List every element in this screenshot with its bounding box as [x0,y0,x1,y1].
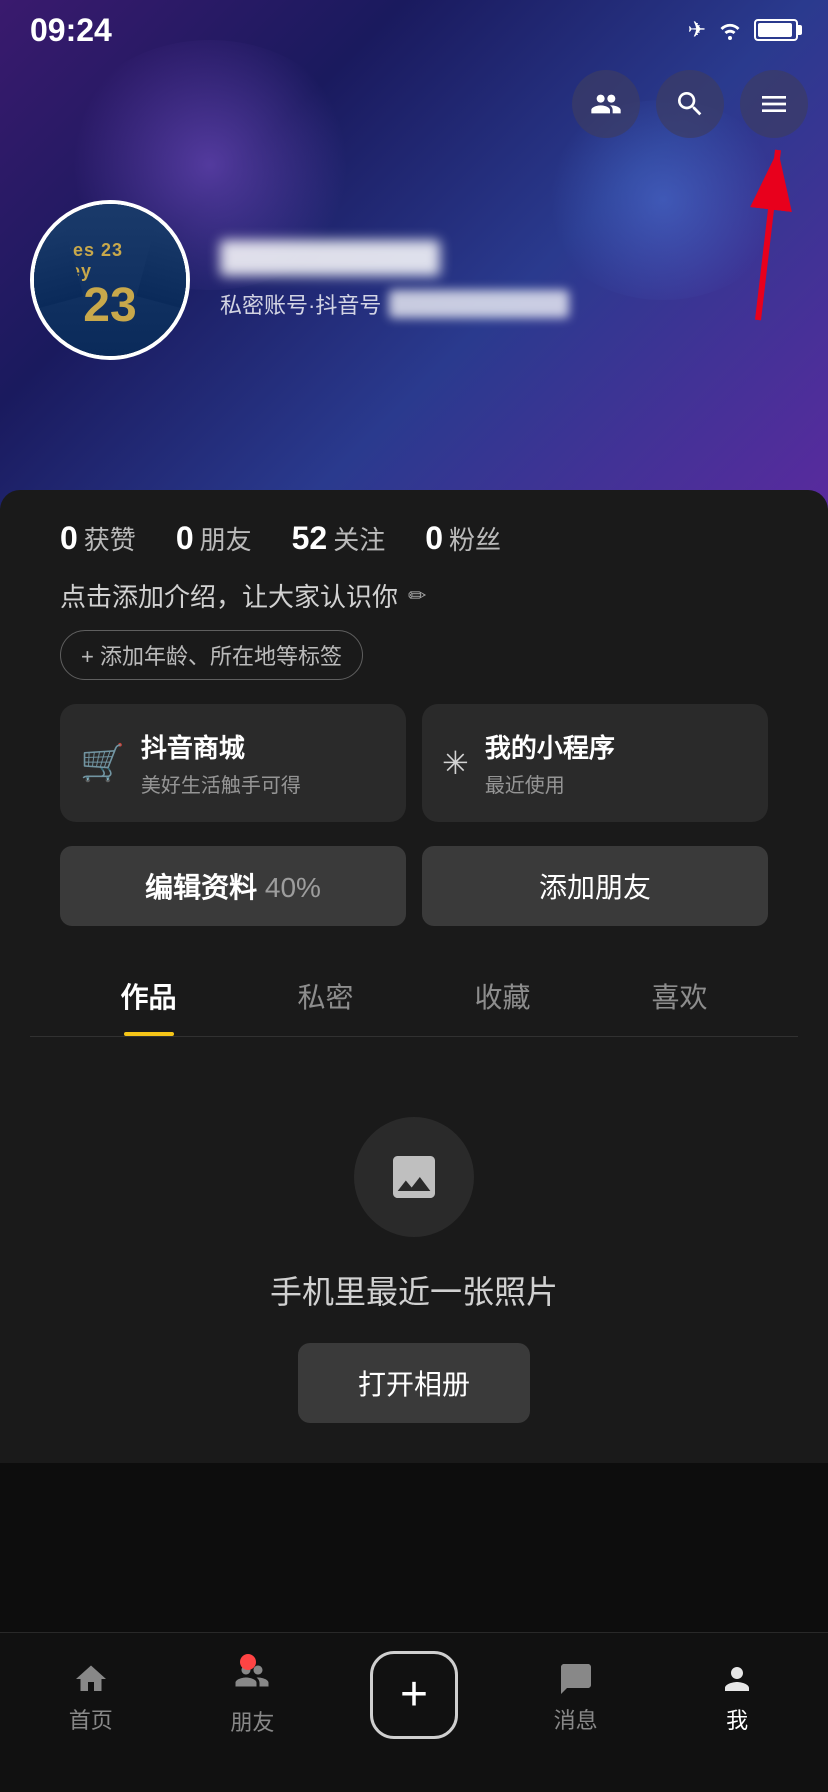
tab-collections[interactable]: 收藏 [414,956,591,1036]
cart-icon: 🛒 [80,742,125,784]
profile-sub: 私密账号·抖音号 [220,288,798,320]
avatar-image: James 23 jersey 23 [34,204,186,356]
stat-followers-number: 0 [425,520,443,557]
profile-sub-text: 私密账号·抖音号 [220,288,381,320]
stat-friends-label: 朋友 [200,520,252,557]
nav-friends-label: 朋友 [230,1705,274,1737]
battery-icon [754,19,798,41]
service-title-mall: 抖音商城 [141,728,301,765]
tab-private-label: 私密 [297,982,353,1013]
stats-row: 0 获赞 0 朋友 52 关注 0 粉丝 [30,520,798,557]
profile-id-blurred [389,290,569,318]
status-bar: 09:24 ✈ [0,0,828,60]
search-icon [674,88,706,120]
stat-likes-label: 获赞 [84,520,136,557]
menu-icon [758,88,790,120]
service-subtitle-mall: 美好生活触手可得 [141,769,301,798]
service-subtitle-miniapp: 最近使用 [485,769,615,798]
friends-icon [590,88,622,120]
edit-profile-button[interactable]: 编辑资料 40% [60,846,406,926]
bio-placeholder[interactable]: 点击添加介绍，让大家认识你 ✏ [60,577,768,614]
empty-state: 手机里最近一张照片 打开相册 [30,1037,798,1463]
menu-button[interactable] [740,70,808,138]
tab-works-label: 作品 [120,982,176,1013]
stat-following[interactable]: 52 关注 [292,520,386,557]
profile-name-blurred [220,240,440,276]
bottom-nav: 首页 朋友 + 消息 我 [0,1632,828,1792]
nav-me-label: 我 [726,1703,748,1735]
tab-private[interactable]: 私密 [237,956,414,1036]
edit-profile-percent: 40% [257,872,321,903]
add-friend-button[interactable]: 添加朋友 [422,846,768,926]
action-buttons: 编辑资料 40% 添加朋友 [30,846,798,926]
stat-likes[interactable]: 0 获赞 [60,520,136,557]
stat-following-label: 关注 [333,520,385,557]
friends-button[interactable] [572,70,640,138]
plus-icon: + [400,1671,428,1719]
service-title-miniapp: 我的小程序 [485,728,615,765]
nav-messages[interactable]: 消息 [526,1661,626,1735]
status-time: 09:24 [30,12,112,49]
nav-add[interactable]: + [364,1651,464,1745]
stat-followers[interactable]: 0 粉丝 [425,520,501,557]
add-button[interactable]: + [370,1651,458,1739]
bio-section: 点击添加介绍，让大家认识你 ✏ + 添加年龄、所在地等标签 [30,577,798,704]
stats-section: 0 获赞 0 朋友 52 关注 0 粉丝 点击添加介绍，让大家认识你 ✏ + 添… [0,490,828,1463]
empty-icon-circle [354,1117,474,1237]
jersey-number: 23 [83,282,136,330]
profile-info: 私密账号·抖音号 [220,240,798,320]
open-album-button[interactable]: 打开相册 [298,1343,530,1423]
message-icon [558,1661,594,1697]
nav-me[interactable]: 我 [687,1661,787,1735]
stat-friends[interactable]: 0 朋友 [176,520,252,557]
service-cards: 🛒 抖音商城 美好生活触手可得 ✳ 我的小程序 最近使用 [30,704,798,822]
service-info-mall: 抖音商城 美好生活触手可得 [141,728,301,798]
airplane-icon: ✈ [688,17,706,43]
nav-messages-label: 消息 [554,1703,598,1735]
nav-home-label: 首页 [69,1703,113,1735]
nav-friends[interactable]: 朋友 [202,1658,302,1737]
stat-likes-number: 0 [60,520,78,557]
open-album-label: 打开相册 [358,1369,470,1400]
stat-following-number: 52 [292,520,328,557]
tab-likes[interactable]: 喜欢 [591,956,768,1036]
status-icons: ✈ [688,17,798,43]
edit-profile-label: 编辑资料 [145,872,257,903]
top-actions [572,70,808,138]
avatar[interactable]: James 23 jersey 23 [30,200,190,360]
tags-button[interactable]: + 添加年龄、所在地等标签 [60,630,363,680]
tab-works[interactable]: 作品 [60,956,237,1036]
stat-followers-label: 粉丝 [449,520,501,557]
tab-likes-label: 喜欢 [651,982,707,1013]
empty-title: 手机里最近一张照片 [270,1267,558,1313]
add-friend-label: 添加朋友 [539,872,651,903]
profile-section: James 23 jersey 23 私密账号·抖音号 [0,200,828,360]
nav-home[interactable]: 首页 [41,1661,141,1735]
home-icon [73,1661,109,1697]
asterisk-icon: ✳ [442,744,469,782]
wifi-icon [716,20,744,40]
service-card-mall[interactable]: 🛒 抖音商城 美好生活触手可得 [60,704,406,822]
jersey-image: James 23 jersey 23 [34,204,186,356]
photo-icon [386,1149,442,1205]
edit-icon: ✏ [408,583,426,609]
tabs-container: 作品 私密 收藏 喜欢 [30,956,798,1037]
search-button[interactable] [656,70,724,138]
stat-friends-number: 0 [176,520,194,557]
service-info-miniapp: 我的小程序 最近使用 [485,728,615,798]
me-icon [719,1661,755,1697]
tab-collections-label: 收藏 [474,982,530,1013]
service-card-miniapp[interactable]: ✳ 我的小程序 最近使用 [422,704,768,822]
